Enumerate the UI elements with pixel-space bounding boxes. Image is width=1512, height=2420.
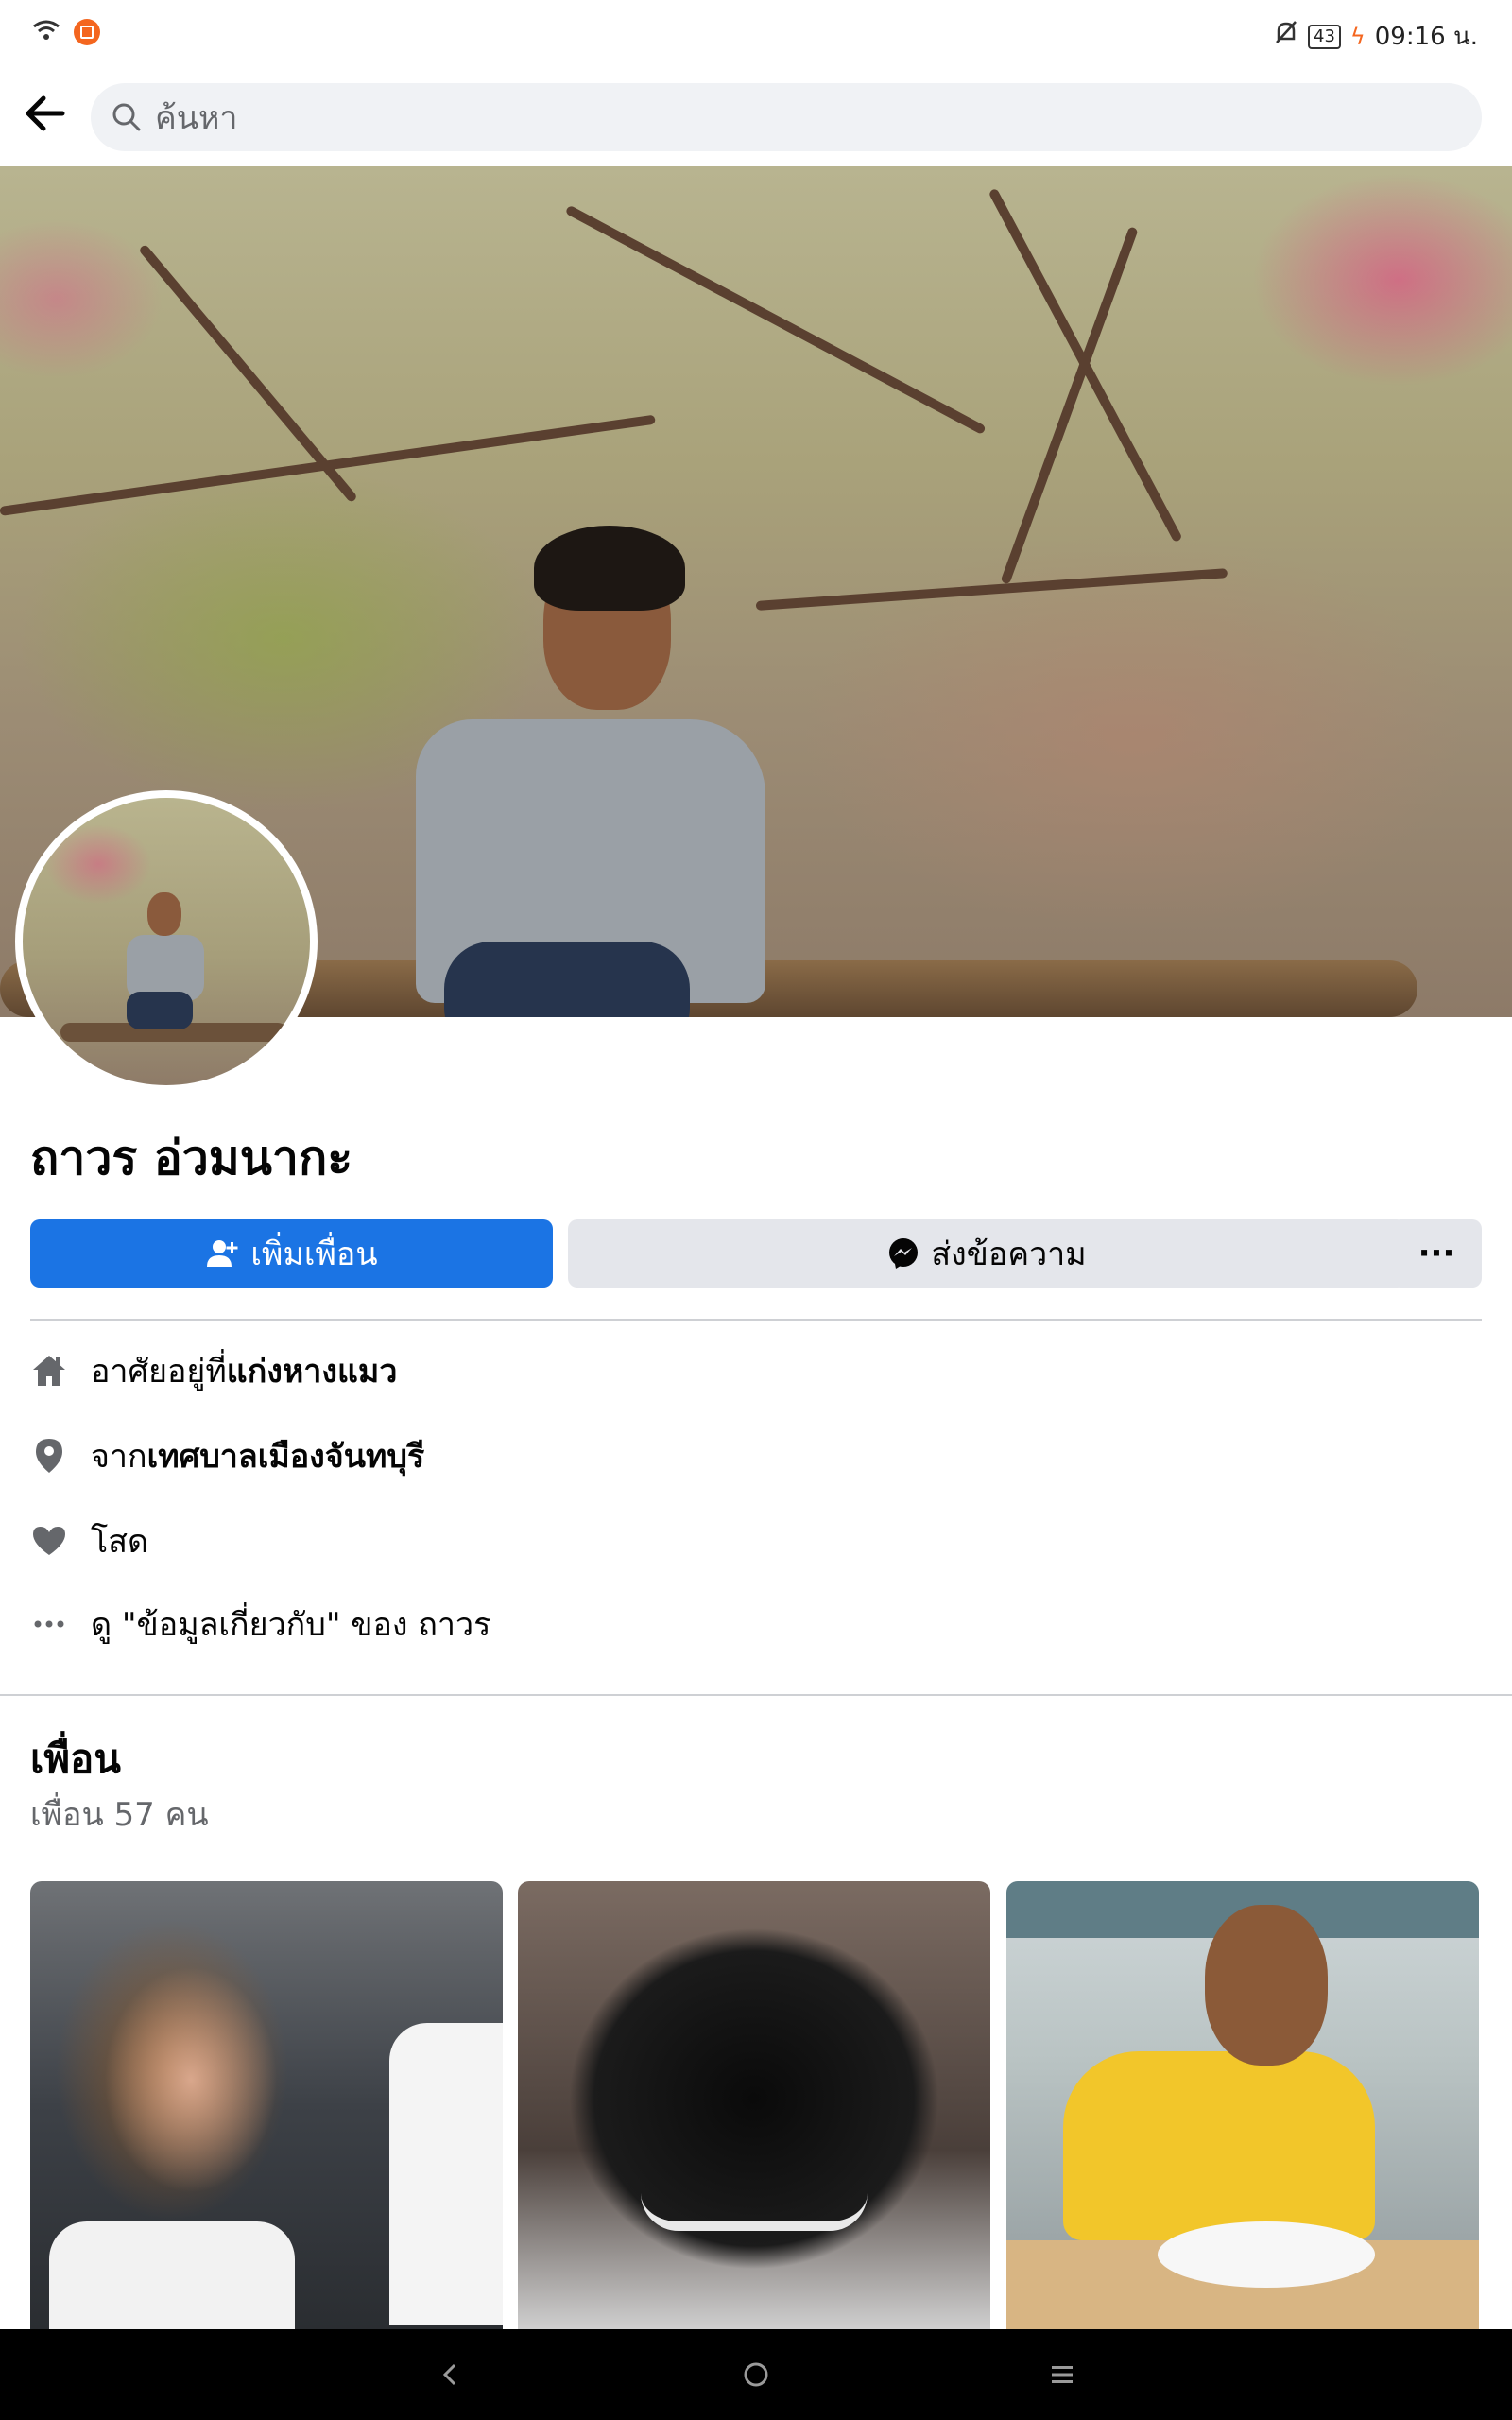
circle-home-icon (744, 2362, 768, 2387)
clock: 09:16 น. (1374, 23, 1478, 51)
status-bar: 43 ϟ 09:16 น. (0, 0, 1512, 68)
more-dots-icon (30, 1603, 68, 1645)
app-notification-icon (74, 19, 100, 45)
search-placeholder: ค้นหา (155, 99, 238, 137)
add-friend-label: เพิ่มเพื่อน (250, 1236, 378, 1273)
back-button[interactable] (17, 85, 74, 142)
chevron-left-icon (442, 2363, 456, 2386)
nav-recents-button[interactable] (1043, 2356, 1081, 2394)
battery-indicator: 43 (1308, 24, 1341, 49)
intro-relationship: โสด (30, 1512, 148, 1569)
intro-lives-in: อาศัยอยู่ที่ แก่งหางแมว (30, 1342, 397, 1399)
from-prefix: จาก (91, 1438, 147, 1476)
friends-title[interactable]: เพื่อน (30, 1728, 121, 1790)
top-bar: ค้นหา (0, 68, 1512, 166)
relationship-status: โสด (91, 1523, 149, 1561)
see-about-label: ดู "ข้อมูลเกี่ยวกับ" ของ ถาวร (91, 1606, 491, 1644)
menu-lines-icon (1052, 2366, 1073, 2383)
mute-bell-icon (1274, 20, 1298, 53)
profile-name: ถาวร อ่วมนากะ (30, 1131, 353, 1185)
charging-icon: ϟ (1349, 23, 1366, 50)
lives-in-place[interactable]: แก่งหางแมว (227, 1345, 398, 1396)
location-pin-icon (30, 1435, 68, 1477)
from-place[interactable]: เทศบาลเมืองจันทบุรี (147, 1430, 425, 1481)
friend-card[interactable] (1006, 1881, 1479, 2329)
nav-home-button[interactable] (737, 2356, 775, 2394)
add-friend-icon (207, 1240, 238, 1267)
more-options-button[interactable]: ··· (1391, 1219, 1482, 1288)
home-icon (30, 1350, 68, 1392)
intro-from: จาก เทศบาลเมืองจันทบุรี (30, 1427, 424, 1484)
message-button[interactable]: ส่งข้อความ (568, 1219, 1406, 1288)
add-friend-button[interactable]: เพิ่มเพื่อน (30, 1219, 553, 1288)
friends-count: เพื่อน 57 คน (30, 1796, 209, 1834)
wifi-icon (32, 19, 60, 45)
message-label: ส่งข้อความ (931, 1236, 1087, 1273)
more-dots-icon: ··· (1418, 1235, 1455, 1272)
lives-in-prefix: อาศัยอยู่ที่ (91, 1353, 227, 1391)
system-nav-bar (0, 2329, 1512, 2420)
friend-card[interactable] (518, 1881, 990, 2329)
heart-icon (30, 1520, 68, 1562)
cover-person (359, 355, 794, 1017)
see-about-link[interactable]: ดู "ข้อมูลเกี่ยวกับ" ของ ถาวร (30, 1596, 490, 1652)
profile-avatar[interactable] (15, 790, 318, 1093)
friend-card[interactable] (30, 1881, 503, 2329)
search-icon (112, 103, 141, 131)
nav-back-button[interactable] (431, 2356, 469, 2394)
divider (30, 1319, 1482, 1321)
profile-actions: เพิ่มเพื่อน ส่งข้อความ ··· (30, 1219, 1482, 1288)
search-input[interactable]: ค้นหา (91, 83, 1482, 151)
arrow-left-icon (26, 95, 65, 131)
section-divider (0, 1694, 1512, 1696)
messenger-icon (889, 1238, 919, 1269)
